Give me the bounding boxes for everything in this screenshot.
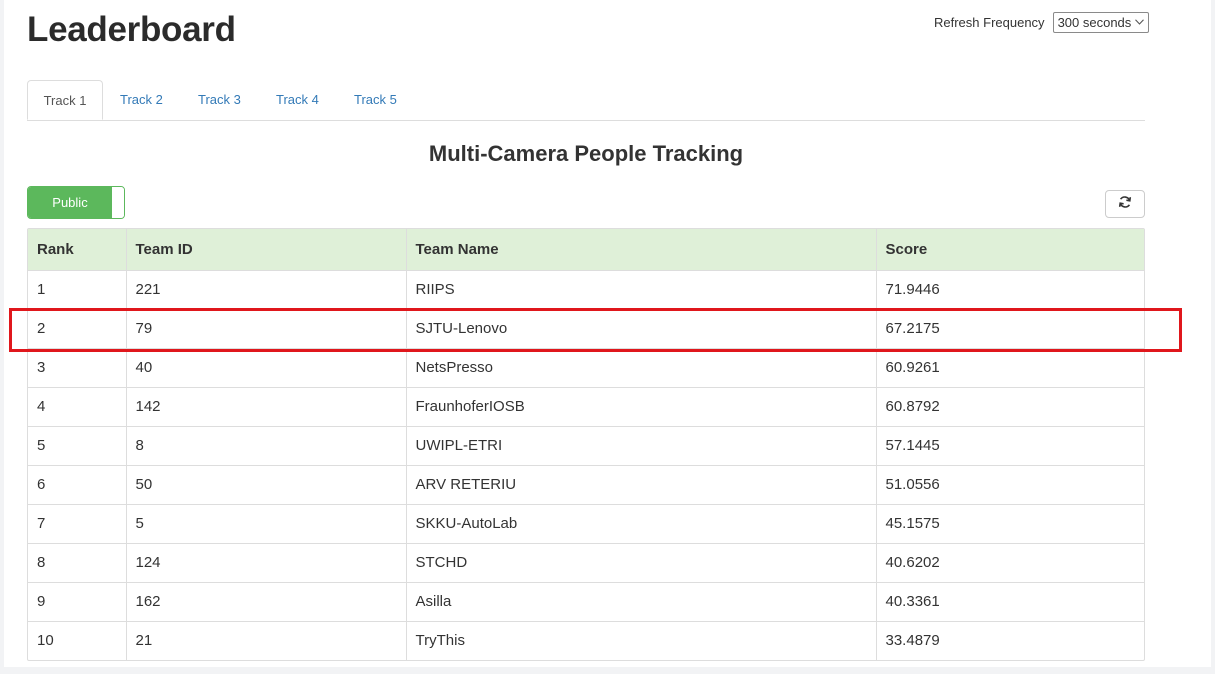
cell-rank: 4: [28, 387, 127, 427]
cell-team-id: 21: [126, 621, 407, 660]
cell-team-id: 124: [126, 543, 407, 583]
table-row: 6 50 ARV RETERIU 51.0556: [28, 465, 1144, 505]
table-row: 1 221 RIIPS 71.9446: [28, 270, 1144, 310]
cell-team-id: 50: [126, 465, 407, 505]
cell-team-name: TryThis: [406, 621, 877, 660]
tab-track-2[interactable]: Track 2: [120, 80, 163, 120]
cell-team-id: 8: [126, 426, 407, 466]
refresh-frequency-select[interactable]: 300 seconds: [1052, 12, 1150, 33]
tab-track-5[interactable]: Track 5: [354, 80, 397, 120]
highlight-box: [9, 308, 1182, 352]
table-row: 4 142 FraunhoferIOSB 60.8792: [28, 387, 1144, 427]
cell-score: 45.1575: [876, 504, 1144, 544]
cell-team-name: UWIPL-ETRI: [406, 426, 877, 466]
cell-team-id: 40: [126, 348, 407, 388]
cell-team-id: 142: [126, 387, 407, 427]
cell-score: 60.9261: [876, 348, 1144, 388]
table-row: 10 21 TryThis 33.4879: [28, 621, 1144, 660]
cell-score: 71.9446: [876, 270, 1144, 310]
cell-team-id: 5: [126, 504, 407, 544]
column-header-score[interactable]: Score: [876, 229, 1144, 271]
cell-rank: 10: [28, 621, 127, 660]
track-tabs: Track 1 Track 2 Track 3 Track 4 Track 5: [27, 80, 1145, 121]
cell-rank: 9: [28, 582, 127, 622]
cell-team-name: FraunhoferIOSB: [406, 387, 877, 427]
cell-score: 40.3361: [876, 582, 1144, 622]
cell-team-name: RIIPS: [406, 270, 877, 310]
table-row: 9 162 Asilla 40.3361: [28, 582, 1144, 622]
cell-team-name: NetsPresso: [406, 348, 877, 388]
cell-team-name: ARV RETERIU: [406, 465, 877, 505]
cell-rank: 7: [28, 504, 127, 544]
table-row: 8 124 STCHD 40.6202: [28, 543, 1144, 583]
cell-rank: 8: [28, 543, 127, 583]
table-header-row: Rank Team ID Team Name Score: [28, 229, 1144, 271]
tab-track-1[interactable]: Track 1: [27, 80, 103, 120]
cell-score: 33.4879: [885, 632, 940, 650]
tab-track-4[interactable]: Track 4: [276, 80, 319, 120]
toggle-handle: [112, 187, 124, 218]
table-row: 7 5 SKKU-AutoLab 45.1575: [28, 504, 1144, 544]
leaderboard-table: Rank Team ID Team Name Score 1 221 RIIPS 71…: [27, 228, 1145, 661]
public-toggle[interactable]: Public: [27, 186, 125, 219]
cell-team-name: STCHD: [406, 543, 877, 583]
cell-team-id: 221: [126, 270, 407, 310]
table-row: 3 40 NetsPresso 60.9261: [28, 348, 1144, 388]
cell-rank: 1: [28, 270, 127, 310]
cell-team-name: SKKU-AutoLab: [406, 504, 877, 544]
cell-score: 40.6202: [876, 543, 1144, 583]
cell-score: 57.1445: [876, 426, 1144, 466]
refresh-icon: [1118, 195, 1132, 214]
public-toggle-label: Public: [28, 187, 112, 218]
tab-track-3[interactable]: Track 3: [198, 80, 241, 120]
cell-rank: 5: [28, 426, 127, 466]
refresh-frequency-label: Refresh Frequency: [934, 15, 1045, 30]
cell-team-name: Asilla: [406, 582, 877, 622]
cell-score: 60.8792: [876, 387, 1144, 427]
cell-team-id: 162: [126, 582, 407, 622]
column-header-team-name[interactable]: Team Name: [406, 229, 877, 271]
table-row: 5 8 UWIPL-ETRI 57.1445: [28, 426, 1144, 466]
refresh-frequency-value: 300 seconds: [1057, 15, 1132, 30]
cell-rank: 6: [28, 465, 127, 505]
chevron-down-icon: [1135, 17, 1145, 28]
refresh-button[interactable]: [1105, 190, 1145, 218]
cell-rank: 3: [28, 348, 127, 388]
cell-score: 51.0556: [876, 465, 1144, 505]
page-title: Leaderboard: [27, 10, 236, 49]
column-header-rank[interactable]: Rank: [28, 229, 127, 271]
section-title: Multi-Camera People Tracking: [428, 141, 744, 166]
refresh-frequency: Refresh Frequency 300 seconds: [934, 12, 1150, 33]
column-header-team-id[interactable]: Team ID: [126, 229, 407, 271]
